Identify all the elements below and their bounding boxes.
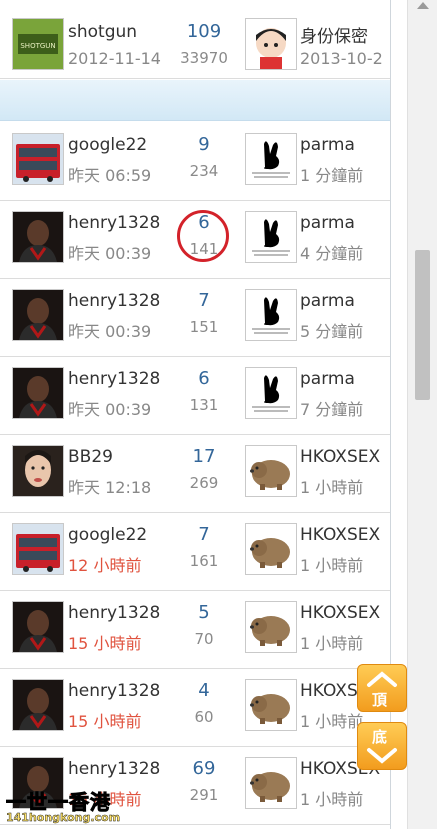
highlight-circle [177,210,229,262]
reply-count: 109 [186,21,222,42]
last-poster-name[interactable]: HKOXSEX [300,525,380,545]
thread-list: SHOTGUN shotgun 2012-11-14 109 33970 身份保… [0,0,390,829]
view-count: 269 [189,474,219,492]
last-post-time: 1 小時前 [300,556,364,575]
thread-author[interactable]: BB29 [68,447,113,467]
table-row[interactable]: BB29 昨天 12:18 17 269 HKOXSEX 1 小時前 [0,434,390,513]
back-to-top-label: 頂 [372,691,388,709]
thread-date: 15 小時前 [68,634,142,653]
view-count: 151 [189,318,219,336]
last-poster-avatar[interactable] [245,367,297,419]
thread-date: 昨天 12:18 [68,478,152,497]
last-post-time: 1 分鐘前 [300,166,364,185]
view-count: 70 [194,630,214,648]
reply-count: 6 [198,368,210,389]
last-poster-avatar[interactable] [245,211,297,263]
chevron-down-icon [367,748,397,764]
thread-author[interactable]: henry1328 [68,681,160,701]
last-poster-name[interactable]: parma [300,213,355,233]
view-count: 33970 [180,49,228,67]
scrollbar[interactable] [407,0,437,829]
last-post-time: 1 小時前 [300,634,364,653]
last-post-time: 1 小時前 [300,712,364,731]
table-row[interactable]: henry1328 昨天 00:39 7 151 parma 5 分鐘前 [0,278,390,357]
last-poster-avatar[interactable] [245,601,297,653]
thread-author[interactable]: henry1328 [68,759,160,779]
avatar[interactable] [12,289,64,341]
last-post-time: 2013-10-2 [300,49,383,68]
thread-date: 12 小時前 [68,556,142,575]
last-post-time: 4 分鐘前 [300,244,364,263]
go-to-bottom-label: 底 [372,728,388,746]
thread-date: 昨天 00:39 [68,400,152,419]
last-poster-avatar[interactable] [245,523,297,575]
table-row[interactable]: google22 昨天 06:59 9 234 parma 1 分鐘前 [0,122,390,201]
last-poster-avatar[interactable] [245,18,297,70]
reply-count: 5 [198,602,210,623]
last-post-time: 1 小時前 [300,478,364,497]
reply-count: 69 [192,758,216,779]
last-poster-name[interactable]: 身份保密 [300,22,368,47]
scroll-thumb[interactable] [415,250,430,400]
thread-date: 15 小時前 [68,712,142,731]
avatar[interactable] [12,133,64,185]
avatar[interactable]: SHOTGUN [12,18,64,70]
last-poster-name[interactable]: HKOXSEX [300,603,380,623]
avatar[interactable] [12,211,64,263]
table-row[interactable]: henry1328 15 小時前 4 60 HKOXSEX 1 小時前 [0,668,390,747]
thread-author[interactable]: google22 [68,525,147,545]
last-poster-avatar[interactable] [245,757,297,809]
last-poster-avatar[interactable] [245,445,297,497]
go-to-bottom-button[interactable]: 底 [357,722,407,770]
reply-count: 7 [198,290,210,311]
table-row[interactable]: henry1328 15 小時前 5 70 HKOXSEX 1 小時前 [0,590,390,669]
thread-date: 昨天 06:59 [68,166,152,185]
view-count: 234 [189,162,219,180]
scroll-up-icon[interactable] [417,2,429,9]
logo-url: 141hongkong.com [6,811,121,824]
thread-author[interactable]: google22 [68,135,147,155]
thread-author[interactable]: henry1328 [68,291,160,311]
svg-text:SHOTGUN: SHOTGUN [20,42,55,50]
last-poster-avatar[interactable] [245,679,297,731]
site-watermark-logo: 一世一香港 141hongkong.com [4,786,128,826]
view-count: 161 [189,552,219,570]
last-post-time: 7 分鐘前 [300,400,364,419]
last-post-time: 1 小時前 [300,790,364,809]
reply-count: 9 [198,134,210,155]
last-poster-name[interactable]: parma [300,369,355,389]
view-count: 131 [189,396,219,414]
chevron-up-icon [367,671,397,687]
last-poster-avatar[interactable] [245,289,297,341]
thread-author[interactable]: henry1328 [68,603,160,623]
last-post-time: 5 分鐘前 [300,322,364,341]
reply-count: 4 [198,680,210,701]
thread-author[interactable]: henry1328 [68,213,160,233]
avatar[interactable] [12,445,64,497]
section-separator [0,80,390,121]
thread-author[interactable]: henry1328 [68,369,160,389]
reply-count: 7 [198,524,210,545]
last-poster-name[interactable]: HKOXSEX [300,447,380,467]
avatar[interactable] [12,523,64,575]
thread-date: 昨天 00:39 [68,244,152,263]
last-poster-avatar[interactable] [245,133,297,185]
last-poster-name[interactable]: parma [300,291,355,311]
last-poster-name[interactable]: parma [300,135,355,155]
thread-author[interactable]: shotgun [68,22,137,42]
table-row[interactable]: SHOTGUN shotgun 2012-11-14 109 33970 身份保… [0,0,390,79]
view-count: 291 [189,786,219,804]
thread-date: 2012-11-14 [68,49,161,68]
view-count: 60 [194,708,214,726]
table-row[interactable]: henry1328 昨天 00:39 6 131 parma 7 分鐘前 [0,356,390,435]
avatar[interactable] [12,679,64,731]
thread-date: 昨天 00:39 [68,322,152,341]
back-to-top-button[interactable]: 頂 [357,664,407,712]
table-row[interactable]: google22 12 小時前 7 161 HKOXSEX 1 小時前 [0,512,390,591]
reply-count: 17 [192,446,216,467]
avatar[interactable] [12,367,64,419]
avatar[interactable] [12,601,64,653]
